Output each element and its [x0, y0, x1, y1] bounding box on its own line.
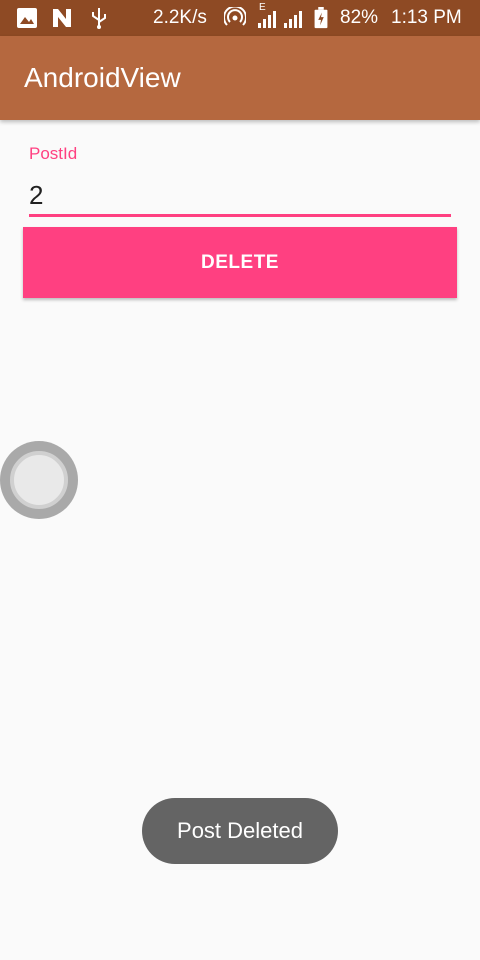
- status-bar: 2.2K/s E 82% 1:13 PM: [0, 0, 480, 36]
- postid-input[interactable]: [29, 176, 451, 217]
- signal-icon: [284, 11, 302, 28]
- hotspot-icon: [224, 7, 246, 26]
- assistive-touch-button[interactable]: [0, 441, 78, 519]
- image-icon: [17, 8, 37, 28]
- usb-icon: [92, 8, 106, 29]
- delete-button[interactable]: DELETE: [23, 227, 457, 298]
- clock: 1:13 PM: [391, 7, 462, 28]
- battery-percent: 82%: [340, 7, 379, 28]
- network-speed: 2.2K/s: [153, 7, 207, 28]
- assistive-touch-icon: [10, 451, 68, 509]
- app-title: AndroidView: [24, 62, 181, 93]
- postid-label: PostId: [29, 144, 78, 163]
- toast-message: Post Deleted: [142, 798, 338, 864]
- n-icon: [53, 9, 71, 27]
- battery-charging-icon: [314, 7, 328, 29]
- network-type-label: E: [259, 2, 266, 13]
- app-bar: AndroidView: [0, 36, 480, 120]
